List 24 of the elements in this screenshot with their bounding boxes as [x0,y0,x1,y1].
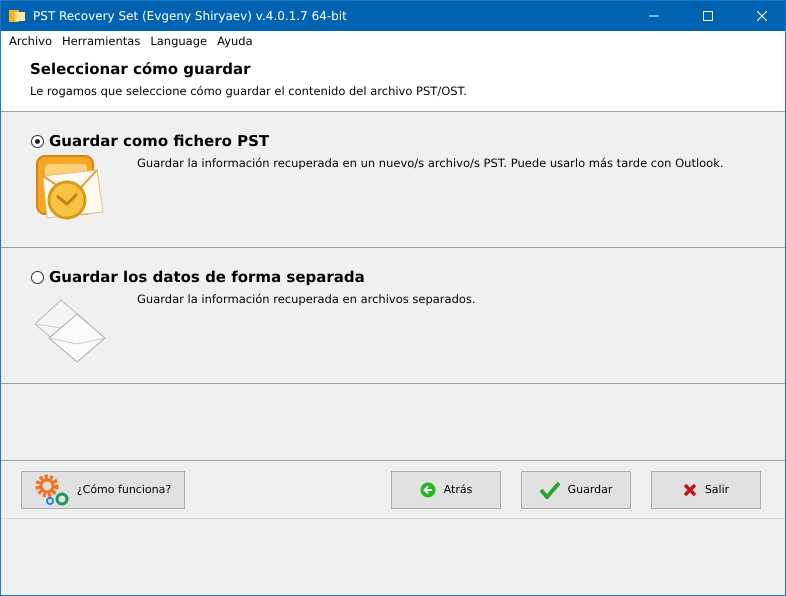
app-icon [9,9,25,23]
maximize-icon [703,11,713,21]
menu-item[interactable]: Language [145,34,212,48]
checkmark-icon [540,480,560,498]
help-button[interactable]: ¿Cómo funciona? [21,470,185,508]
option-description: Guardar la información recuperada en un nuevo/s archivo/s PST. Puede usarlo más tarde con Outlook. [137,156,724,172]
page-title: Seleccionar cómo guardar [30,60,252,78]
option-description: Guardar la información recuperada en archivos separados. [137,292,476,308]
radio-button[interactable] [31,270,44,284]
gears-icon [34,474,69,506]
back-button[interactable]: Atrás [391,470,501,508]
menu-item[interactable]: Herramientas [57,34,146,48]
option-label[interactable]: Guardar los datos de forma separada [49,268,365,286]
close-icon [682,482,697,496]
menu-item[interactable]: Ayuda [212,34,258,48]
window-title: PST Recovery Set (Evgeny Shiryaev) v.4.0.1.7 64-bit [33,9,348,23]
radio-button[interactable] [31,134,44,148]
exit-button[interactable]: Salir [651,470,761,508]
menu-item[interactable]: Archivo [4,34,57,48]
minimize-icon [649,15,659,17]
option-label[interactable]: Guardar como fichero PST [49,132,270,150]
save-button[interactable]: Guardar [521,470,631,508]
close-icon [757,11,767,21]
page-subtitle: Le rogamos que seleccione cómo guardar el contenido del archivo PST/OST. [30,84,468,98]
